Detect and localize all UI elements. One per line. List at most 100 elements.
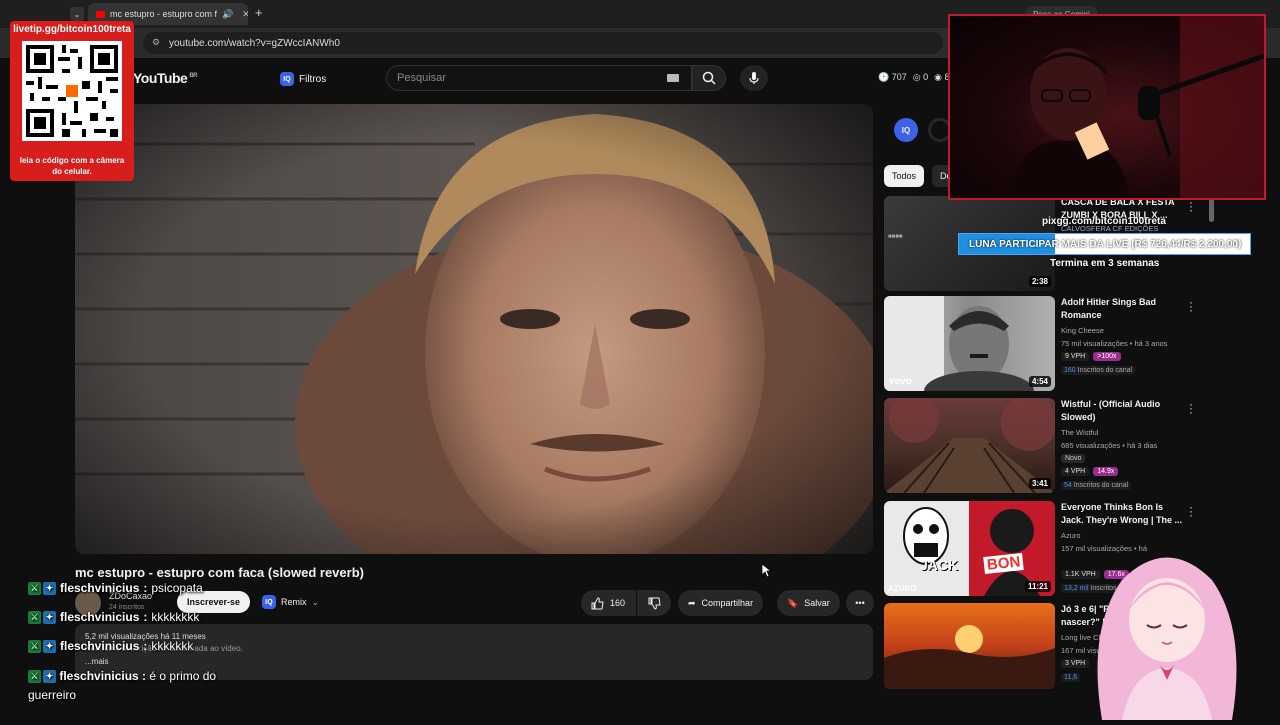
duration: 2:38 [1028, 276, 1051, 287]
rec-thumbnail[interactable] [884, 603, 1055, 689]
rec-channel[interactable]: Azuro [1061, 531, 1081, 540]
webcam-streamer [1010, 16, 1264, 198]
chat-message: ⚔ ✦ fleschvinicius: psicopata [28, 581, 203, 595]
chat-user: fleschvinicius [59, 669, 139, 683]
webcam-overlay [948, 14, 1266, 200]
search-placeholder: Pesquisar [397, 72, 446, 84]
video-title: mc estupro - estupro com faca (slowed re… [75, 565, 364, 580]
rec-title[interactable]: Wistful - (Official Audio Slowed) [1061, 398, 1186, 424]
filters-label: Filtros [299, 73, 327, 85]
url-field[interactable]: ⚙ youtube.com/watch?v=gZWccIANWh0 [143, 32, 943, 54]
rec-item-2[interactable]: vevo 4:54 Adolf Hitler Sings Bad Romance… [884, 296, 1209, 392]
logo-text: YouTube [133, 70, 188, 86]
keyboard-icon[interactable] [667, 74, 679, 82]
vph-row: 4 VPH 14.9x [1061, 467, 1119, 476]
vph-row: 9 VPH >100x [1061, 352, 1121, 361]
remix-button[interactable]: IQ Remix ⌄ [262, 592, 319, 612]
donation-goal-text: LUNA PARTICIPAR MAIS DA LIVE (R$ 726,44/… [969, 238, 1242, 250]
sub-badge-icon: ✦ [43, 610, 56, 624]
more-link[interactable]: ...mais [85, 657, 863, 666]
chip-all[interactable]: Todos [884, 165, 925, 187]
chevron-down-icon: ⌄ [311, 596, 320, 607]
duration: 11:21 [1024, 581, 1051, 592]
more-vertical-icon[interactable]: · · · [1189, 501, 1193, 521]
chat-user: fleschvinicius [60, 581, 140, 595]
sub-badge-icon: ✦ [43, 670, 56, 684]
iq-sidebar-icon[interactable]: IQ [894, 118, 918, 142]
site-info-icon[interactable]: ⚙ [152, 37, 160, 48]
views-line: 5,2 mil visualizações há 11 meses [85, 632, 206, 641]
description-text: Nenhuma descrição foi adicionada ao víde… [85, 644, 243, 653]
rec-channel[interactable]: King Cheese [1061, 326, 1104, 335]
new-badge: Novo [1061, 454, 1086, 463]
thumbnail-text: JACK [920, 557, 959, 573]
save-label: Salvar [804, 598, 830, 608]
more-vertical-icon[interactable]: · · · [1189, 196, 1193, 216]
mouse-cursor-icon [761, 563, 773, 583]
rec-title[interactable]: Adolf Hitler Sings Bad Romance [1061, 296, 1186, 322]
thumbnail-art [884, 625, 1055, 689]
share-button[interactable]: ➦ Compartilhar [678, 590, 764, 616]
mod-badge-icon: ⚔ [28, 610, 41, 624]
search-button[interactable] [692, 65, 726, 91]
qr-url: livetip.gg/bitcoin100treta [13, 24, 131, 35]
rec-meta: 75 mil visualizações • há 3 anos [1061, 339, 1168, 348]
donation-ends-text: Termina em 3 semanas [1050, 258, 1160, 269]
mod-badge-icon: ⚔ [28, 581, 41, 595]
dislike-button[interactable] [637, 590, 671, 616]
stat-2: ◎ 0 [912, 72, 929, 82]
share-icon: ➦ [688, 597, 696, 608]
like-count: 160 [610, 598, 626, 608]
rec-thumbnail[interactable]: 3:41 [884, 398, 1055, 493]
chat-message: ⚔ ✦ fleschvinicius: kkkkkkkk [28, 610, 199, 624]
chat-user: fleschvinicius [60, 610, 140, 624]
chat-user: fleschvinicius [60, 639, 140, 653]
tab-search-chevron-icon[interactable]: ⌄ [70, 7, 84, 21]
voice-search-button[interactable] [740, 65, 768, 91]
qr-instructions: leia o código com a câmera do celular. [19, 156, 125, 176]
sidebar-scrollbar[interactable] [1209, 198, 1214, 222]
new-tab-button[interactable]: + [255, 5, 263, 20]
duration: 3:41 [1028, 478, 1051, 489]
channel-watermark: AZURO [888, 584, 917, 593]
rec-title[interactable]: Everyone Thinks Bon Is Jack. They're Wro… [1061, 501, 1186, 527]
rec-item-3[interactable]: 3:41 Wistful - (Official Audio Slowed) T… [884, 398, 1209, 494]
vtuber-avatar [1082, 540, 1252, 720]
rec-meta: 685 visualizações • há 3 dias [1061, 441, 1158, 450]
more-vertical-icon[interactable]: · · · [1189, 398, 1193, 418]
tab-title: mc estupro - estupro com f [110, 9, 218, 19]
rec-channel[interactable]: The Wistful [1061, 428, 1099, 437]
more-vertical-icon[interactable]: · · · [1189, 296, 1193, 316]
thumbs-down-icon [648, 597, 661, 610]
rec-thumbnail[interactable]: JACK BON AZURO 11:21 [884, 501, 1055, 596]
mod-badge-icon: ⚔ [28, 670, 41, 684]
subscribers-tag: 11,6 [1061, 673, 1081, 682]
search-icon [702, 71, 716, 85]
thumbs-up-icon [591, 596, 604, 609]
chat-message: ⚔ ✦ fleschvinicius : é o primo do guerrei… [28, 669, 217, 702]
donation-goal-bar: LUNA PARTICIPAR MAIS DA LIVE (R$ 726,44/… [958, 233, 1251, 255]
duration: 4:54 [1028, 376, 1051, 387]
more-actions-button[interactable]: ••• [846, 590, 874, 616]
video-player[interactable] [75, 104, 873, 554]
tab-close-icon[interactable]: ✕ [242, 9, 248, 20]
qr-code [22, 41, 122, 141]
microphone-icon [749, 72, 759, 84]
url-text: youtube.com/watch?v=gZWccIANWh0 [169, 37, 340, 49]
like-button[interactable]: 160 [581, 590, 636, 616]
search-input[interactable]: Pesquisar [386, 65, 692, 91]
save-button[interactable]: 🔖 Salvar [777, 590, 840, 616]
video-frame-mugshot [75, 104, 873, 554]
youtube-logo[interactable]: YouTube BR [133, 70, 197, 86]
speaker-icon[interactable]: 🔊 [222, 9, 233, 20]
iq-icon: IQ [262, 595, 276, 609]
filters-button[interactable]: IQ Filtros [280, 69, 326, 89]
more-horizontal-icon: ••• [855, 598, 865, 608]
rec-thumbnail[interactable]: vevo 4:54 [884, 296, 1055, 391]
sub-badge-icon: ✦ [43, 581, 56, 595]
qr-code-graphic [22, 41, 122, 141]
share-label: Compartilhar [701, 598, 754, 608]
iq-icon: IQ [280, 72, 294, 86]
donation-url: pixgg.com/bitcoin100treta [1042, 216, 1166, 227]
subscribers-tag: 160 Inscritos do canal [1061, 366, 1136, 375]
